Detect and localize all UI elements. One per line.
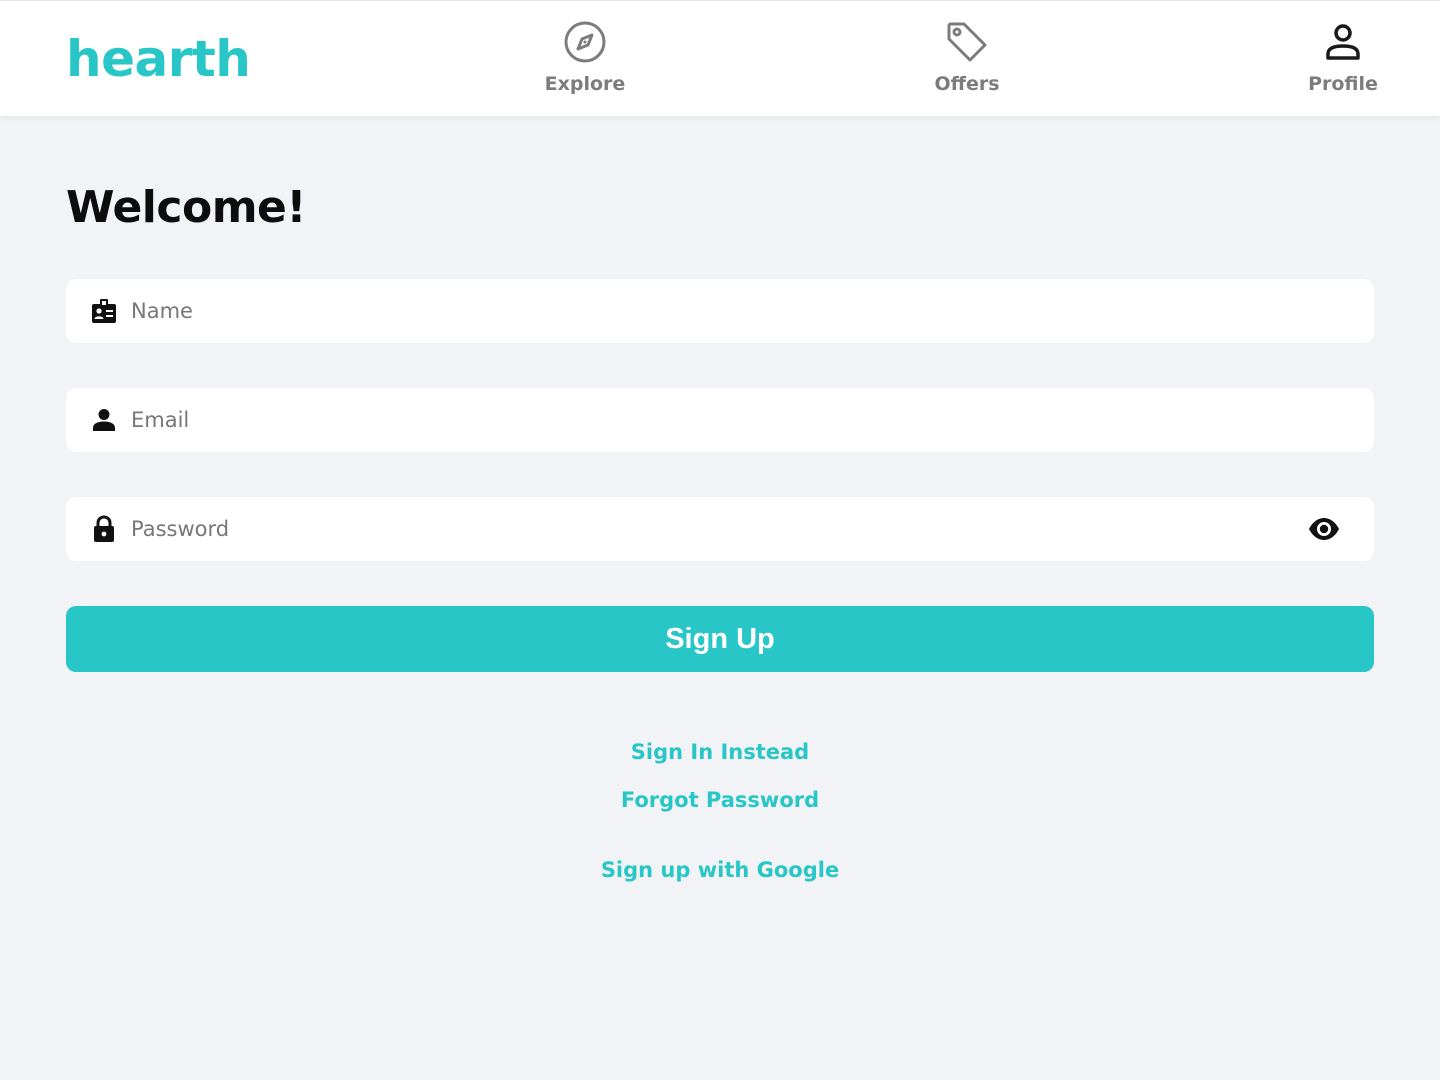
- compass-icon: [562, 19, 608, 65]
- nav-label-offers: Offers: [934, 73, 1000, 95]
- nav-item-offers[interactable]: Offers: [887, 19, 1047, 103]
- password-field-container: [66, 497, 1374, 561]
- email-field-container: [66, 388, 1374, 452]
- id-badge-icon: [90, 297, 118, 325]
- sign-up-with-google-link[interactable]: Sign up with Google: [601, 858, 839, 882]
- nav-item-explore[interactable]: Explore: [505, 19, 665, 103]
- tag-icon: [944, 19, 990, 65]
- email-input[interactable]: [131, 388, 1281, 452]
- sign-in-instead-link[interactable]: Sign In Instead: [631, 740, 809, 764]
- password-input[interactable]: [131, 497, 1231, 561]
- eye-icon[interactable]: [1308, 514, 1340, 544]
- nav-item-profile[interactable]: Profile: [1263, 19, 1423, 103]
- page-title: Welcome!: [66, 182, 306, 233]
- sign-in-instead-row: Sign In Instead: [0, 738, 1440, 766]
- user-icon: [1320, 19, 1366, 65]
- nav-label-explore: Explore: [544, 73, 626, 95]
- forgot-password-row: Forgot Password: [0, 786, 1440, 814]
- forgot-password-link[interactable]: Forgot Password: [621, 788, 819, 812]
- google-sign-up-row: Sign up with Google: [0, 856, 1440, 884]
- app-logo[interactable]: hearth: [66, 31, 251, 87]
- nav-label-profile: Profile: [1308, 73, 1378, 95]
- name-field-container: [66, 279, 1374, 343]
- top-navigation-bar: hearth Explore Offers Profile: [0, 0, 1440, 116]
- lock-icon: [90, 515, 118, 543]
- name-input[interactable]: [131, 279, 1281, 343]
- sign-up-button[interactable]: Sign Up: [66, 606, 1374, 672]
- person-icon: [90, 406, 118, 434]
